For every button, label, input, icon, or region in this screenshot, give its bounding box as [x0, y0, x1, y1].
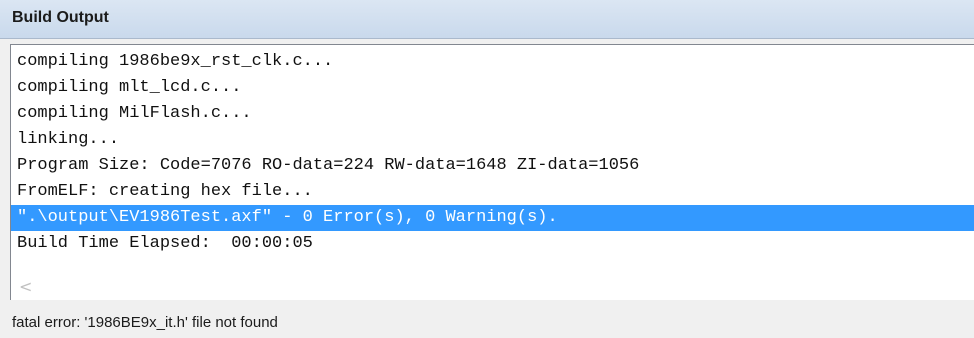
panel-title-bar: Build Output — [0, 0, 974, 39]
output-line[interactable]: Build Time Elapsed: 00:00:05 — [11, 231, 974, 257]
output-line[interactable]: compiling mlt_lcd.c... — [11, 75, 974, 101]
output-lines: compiling 1986be9x_rst_clk.c... compilin… — [11, 49, 974, 257]
output-line[interactable]: FromELF: creating hex file... — [11, 179, 974, 205]
build-output-pane[interactable]: compiling 1986be9x_rst_clk.c... compilin… — [10, 44, 974, 300]
status-message: fatal error: '1986BE9x_it.h' file not fo… — [12, 314, 278, 331]
panel-title: Build Output — [12, 9, 109, 26]
chevron-left-icon[interactable]: < — [19, 277, 32, 296]
output-line[interactable]: compiling MilFlash.c... — [11, 101, 974, 127]
output-line[interactable]: Program Size: Code=7076 RO-data=224 RW-d… — [11, 153, 974, 179]
output-line-selected[interactable]: ".\output\EV1986Test.axf" - 0 Error(s), … — [11, 205, 974, 231]
build-output-window: Build Output compiling 1986be9x_rst_clk.… — [0, 0, 974, 338]
horizontal-scrollbar[interactable]: < — [11, 274, 974, 300]
status-bar: fatal error: '1986BE9x_it.h' file not fo… — [0, 306, 974, 338]
output-line[interactable]: linking... — [11, 127, 974, 153]
output-line[interactable]: compiling 1986be9x_rst_clk.c... — [11, 49, 974, 75]
